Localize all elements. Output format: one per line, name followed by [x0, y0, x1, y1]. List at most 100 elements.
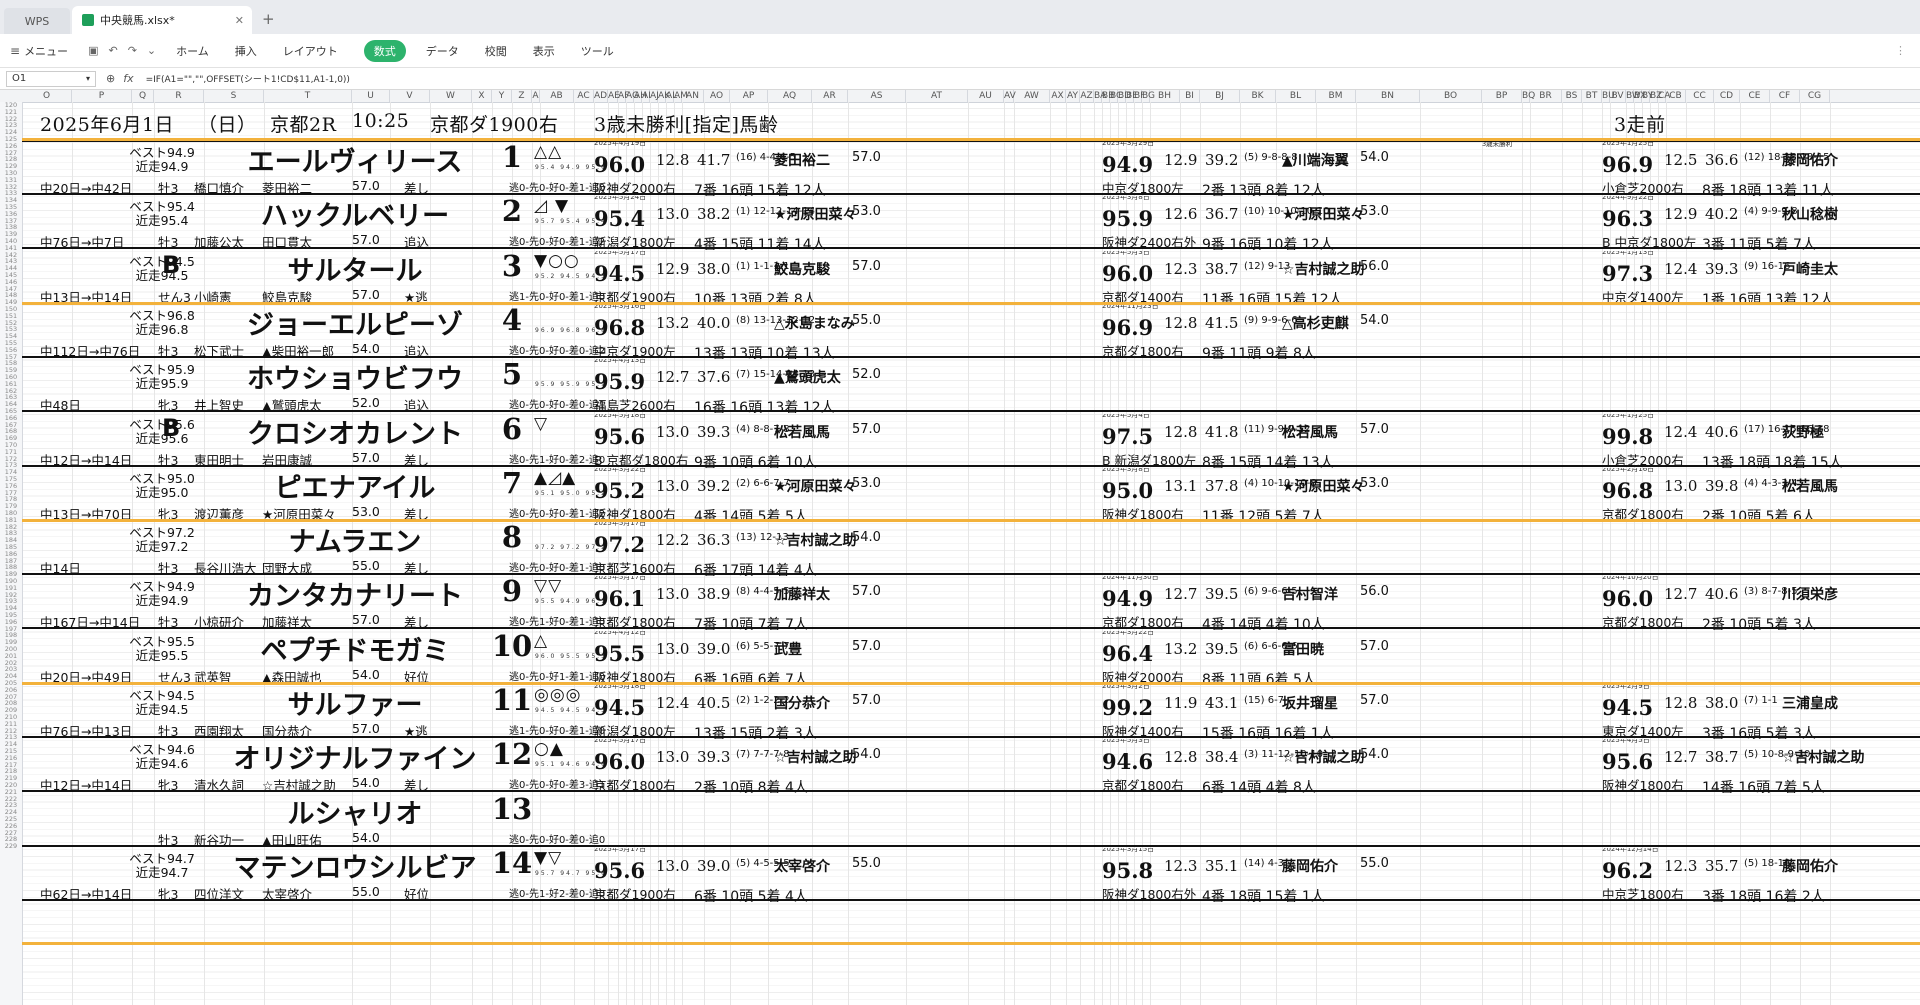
column-header[interactable]: BM [1316, 90, 1356, 102]
horse-row[interactable]: ベスト95.5 近走95.5 ペプチドモガミ 10 △ 96.0 95.5 95.5 中2… [22, 629, 1920, 685]
row-number[interactable]: 206 [0, 687, 22, 694]
close-tab-icon[interactable]: ✕ [235, 14, 244, 27]
column-header[interactable]: CG [1800, 90, 1830, 102]
column-header[interactable]: BO [1420, 90, 1482, 102]
row-number[interactable]: 201 [0, 653, 22, 660]
row-number[interactable]: 171 [0, 449, 22, 456]
redo-icon[interactable]: ↷ [128, 44, 137, 57]
column-header[interactable]: BK [1240, 90, 1276, 102]
row-number[interactable]: 211 [0, 721, 22, 728]
menu-layout[interactable]: レイアウト [283, 43, 338, 59]
column-header[interactable]: AP [730, 90, 768, 102]
row-number[interactable]: 196 [0, 619, 22, 626]
row-number[interactable]: 216 [0, 755, 22, 762]
column-header[interactable]: AG [626, 90, 639, 102]
horse-row[interactable]: ベスト97.2 近走97.2 ナムラエン 8 97.2 97.2 97.2 中14日 牡3 長… [22, 520, 1920, 576]
column-header[interactable]: AW [1014, 90, 1050, 102]
column-header[interactable]: BT [1582, 90, 1602, 102]
row-number[interactable]: 226 [0, 823, 22, 830]
column-header[interactable]: BS [1562, 90, 1582, 102]
row-number[interactable]: 151 [0, 313, 22, 320]
column-header[interactable]: AN [682, 90, 704, 102]
column-header[interactable]: AE [608, 90, 620, 102]
column-header[interactable]: CB [1666, 90, 1686, 102]
column-header[interactable]: Z [512, 90, 532, 102]
row-number[interactable]: 131 [0, 177, 22, 184]
horse-row[interactable]: ベスト95.6 近走95.6 B クロシオカレント 6 ▽ 中12日→中14日 牡3 東田明士… [22, 412, 1920, 468]
row-number[interactable]: 126 [0, 143, 22, 150]
horse-row[interactable]: ベスト95.4 近走95.4 ハックルベリー 2 ◿ ▼ 95.7 95.4 95.4 中7… [22, 194, 1920, 250]
customize-icon[interactable]: ⌄ [147, 44, 156, 57]
menu-insert[interactable]: 挿入 [235, 43, 257, 59]
column-header[interactable]: AM [674, 90, 688, 102]
menu-review[interactable]: 校閲 [485, 43, 507, 59]
column-header[interactable]: BE [1126, 90, 1138, 102]
column-header[interactable]: AU [968, 90, 1004, 102]
row-number[interactable]: 141 [0, 245, 22, 252]
column-header[interactable]: BL [1276, 90, 1316, 102]
column-header[interactable]: AR [812, 90, 848, 102]
column-header[interactable]: V [390, 90, 430, 102]
horse-row[interactable]: ベスト95.9 近走95.9 ホウショウビフウ 5 95.9 95.9 95.9 中48日… [22, 357, 1920, 413]
column-header[interactable]: AZ [1080, 90, 1094, 102]
column-header[interactable]: CC [1686, 90, 1714, 102]
column-header[interactable]: BC [1110, 90, 1122, 102]
column-header[interactable]: O [22, 90, 72, 102]
column-header[interactable]: Q [132, 90, 154, 102]
zoom-icon[interactable]: ⊕ [106, 72, 115, 85]
column-header[interactable]: BG [1142, 90, 1155, 102]
column-header[interactable]: AB [540, 90, 574, 102]
column-header[interactable]: BJ [1200, 90, 1240, 102]
column-header[interactable]: AY [1066, 90, 1080, 102]
column-header[interactable]: BB [1102, 90, 1114, 102]
undo-icon[interactable]: ↶ [108, 44, 117, 57]
column-header[interactable]: T [264, 90, 352, 102]
menu-data[interactable]: データ [426, 43, 459, 59]
column-header[interactable]: CA [1658, 90, 1670, 102]
menu-view[interactable]: 表示 [533, 43, 555, 59]
column-header[interactable]: AT [906, 90, 968, 102]
column-header[interactable]: A [532, 90, 540, 102]
row-number[interactable]: 121 [0, 109, 22, 116]
column-header[interactable]: R [154, 90, 204, 102]
horse-row[interactable]: ルシャリオ 13 牡3 新谷功一 ▲田山旺佑 54.0 逃0-先0-好0-差0-追0 [22, 792, 1920, 848]
row-number[interactable]: 181 [0, 517, 22, 524]
horse-row[interactable]: ベスト94.7 近走94.7 マテンロウシルビア 14 ▼▽ 95.7 94.7 95.6… [22, 846, 1920, 902]
column-header[interactable]: S [204, 90, 264, 102]
file-tab[interactable]: 中央競馬.xlsx* ✕ [72, 6, 252, 34]
column-header[interactable]: AV [1004, 90, 1016, 102]
column-header[interactable]: BA [1094, 90, 1106, 102]
column-header[interactable]: AJ [650, 90, 659, 102]
save-icon[interactable]: ▣ [88, 44, 98, 57]
column-header[interactable]: AC [574, 90, 594, 102]
horse-row[interactable]: ベスト96.8 近走96.8 ジョーエルピーゾ 4 96.9 96.8 96.8 中112… [22, 303, 1920, 359]
column-header[interactable]: AL [666, 90, 677, 102]
fx-icon[interactable]: fx [123, 72, 133, 85]
menu-tools[interactable]: ツール [581, 43, 614, 59]
row-number[interactable]: 221 [0, 789, 22, 796]
column-header[interactable]: BN [1356, 90, 1420, 102]
row-number[interactable]: 191 [0, 585, 22, 592]
column-header[interactable]: BV [1610, 90, 1626, 102]
column-header[interactable]: CD [1714, 90, 1740, 102]
column-header[interactable]: Y [492, 90, 512, 102]
horse-row[interactable]: ベスト95.0 近走95.0 ピエナアイル 7 ▲◿▲ 95.1 95.0 95.2 中13… [22, 466, 1920, 522]
row-number[interactable]: 166 [0, 415, 22, 422]
column-header[interactable]: CF [1770, 90, 1800, 102]
column-header[interactable]: AI [642, 90, 651, 102]
hamburger-icon[interactable]: ≡ [10, 44, 20, 58]
column-header[interactable]: BY [1642, 90, 1653, 102]
column-header[interactable]: W [430, 90, 472, 102]
column-header[interactable]: CE [1740, 90, 1770, 102]
more-options-icon[interactable]: ⋮ [1895, 44, 1906, 57]
column-header[interactable]: AF [618, 90, 629, 102]
horse-row[interactable]: ベスト94.5 近走94.5 サルファー 11 ◎◎◎ 94.5 94.5 94.5 中76… [22, 683, 1920, 739]
horse-row[interactable]: ベスト94.9 近走94.9 カンタカナリート 9 ▽▽ 95.5 94.9 96.1 中1… [22, 574, 1920, 630]
column-header[interactable]: BH [1150, 90, 1180, 102]
column-header[interactable]: BD [1118, 90, 1131, 102]
column-header[interactable]: P [72, 90, 132, 102]
menu-button[interactable]: メニュー [24, 43, 68, 59]
column-header[interactable]: BR [1530, 90, 1562, 102]
column-header[interactable]: BF [1134, 90, 1145, 102]
name-box[interactable]: O1 ▾ [6, 70, 96, 87]
